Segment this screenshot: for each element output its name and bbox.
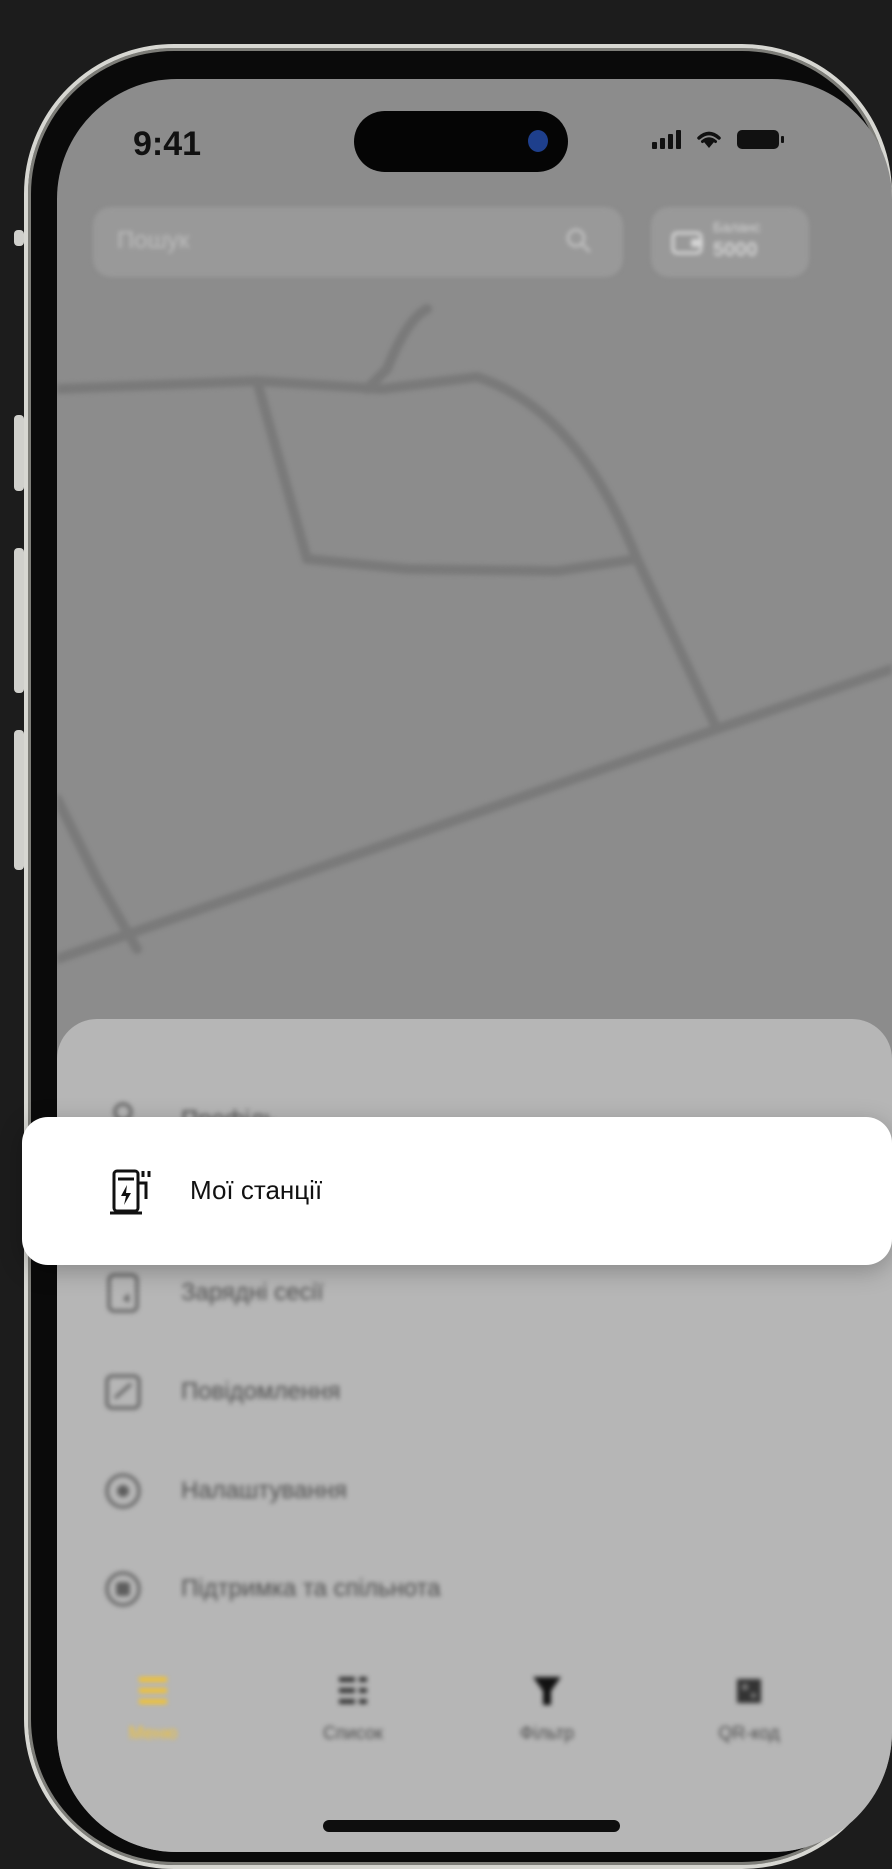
qr-code-icon (737, 1679, 761, 1703)
support-icon (105, 1571, 141, 1607)
dynamic-island (354, 111, 568, 172)
menu-item-settings[interactable]: Налаштування (101, 1461, 347, 1521)
nav-tab-list[interactable]: Список (293, 1671, 413, 1744)
balance-widget[interactable]: Баланс 5000 (651, 207, 809, 277)
menu-item-notifications[interactable]: Повідомлення (101, 1362, 340, 1422)
search-bar[interactable]: Пошук (93, 207, 623, 277)
balance-label: Баланс (713, 219, 761, 235)
home-indicator (323, 1820, 620, 1832)
nav-label: QR-код (718, 1723, 780, 1743)
status-icons (652, 129, 784, 149)
list-icon (339, 1677, 367, 1704)
wifi-icon (697, 131, 721, 148)
menu-item-support[interactable]: Підтримка та спільнота (101, 1559, 441, 1619)
balance-value: 5000 (713, 239, 758, 261)
menu-item-label: Зарядні сесії (181, 1279, 324, 1306)
document-icon (107, 1273, 139, 1313)
nav-label: Фільтр (519, 1723, 575, 1743)
volume-up-button (14, 415, 24, 491)
wallet-icon (671, 231, 703, 255)
menu-item-my-stations[interactable]: Мої станції (22, 1117, 892, 1265)
search-input[interactable]: Пошук (117, 227, 189, 255)
battery-icon (737, 130, 784, 149)
cellular-signal-icon (652, 130, 681, 149)
menu-item-label: Налаштування (181, 1477, 347, 1504)
search-icon[interactable] (563, 225, 593, 255)
settings-icon (105, 1473, 141, 1509)
nav-tab-filter[interactable]: Фільтр (487, 1671, 607, 1744)
nav-label: Список (323, 1723, 383, 1743)
nav-tab-menu[interactable]: Меню (93, 1671, 213, 1744)
nav-tab-qr-code[interactable]: QR-код (689, 1671, 809, 1744)
menu-item-label: Повідомлення (181, 1378, 341, 1405)
menu-item-label: Підтримка та спільнота (181, 1575, 441, 1602)
menu-item-charging-sessions[interactable]: Зарядні сесії (101, 1263, 324, 1323)
volume-down-button (14, 548, 24, 693)
notification-icon (105, 1374, 141, 1410)
side-button (14, 230, 24, 246)
charging-station-icon (110, 1169, 151, 1215)
status-bar-time: 9:41 (133, 125, 202, 163)
camera-icon (528, 130, 548, 152)
bottom-nav: Меню Список Фільтр QR-код (57, 1653, 892, 1763)
filter-icon (533, 1677, 561, 1705)
phone-screen: 9:41 Пошук Баланс 5000 Зарядні сесії Пов… (57, 79, 892, 1852)
menu-icon (139, 1677, 167, 1704)
side-button (14, 730, 24, 870)
map-roads (57, 304, 892, 964)
menu-item-label: Мої станції (190, 1175, 323, 1205)
nav-label: Меню (128, 1723, 178, 1743)
